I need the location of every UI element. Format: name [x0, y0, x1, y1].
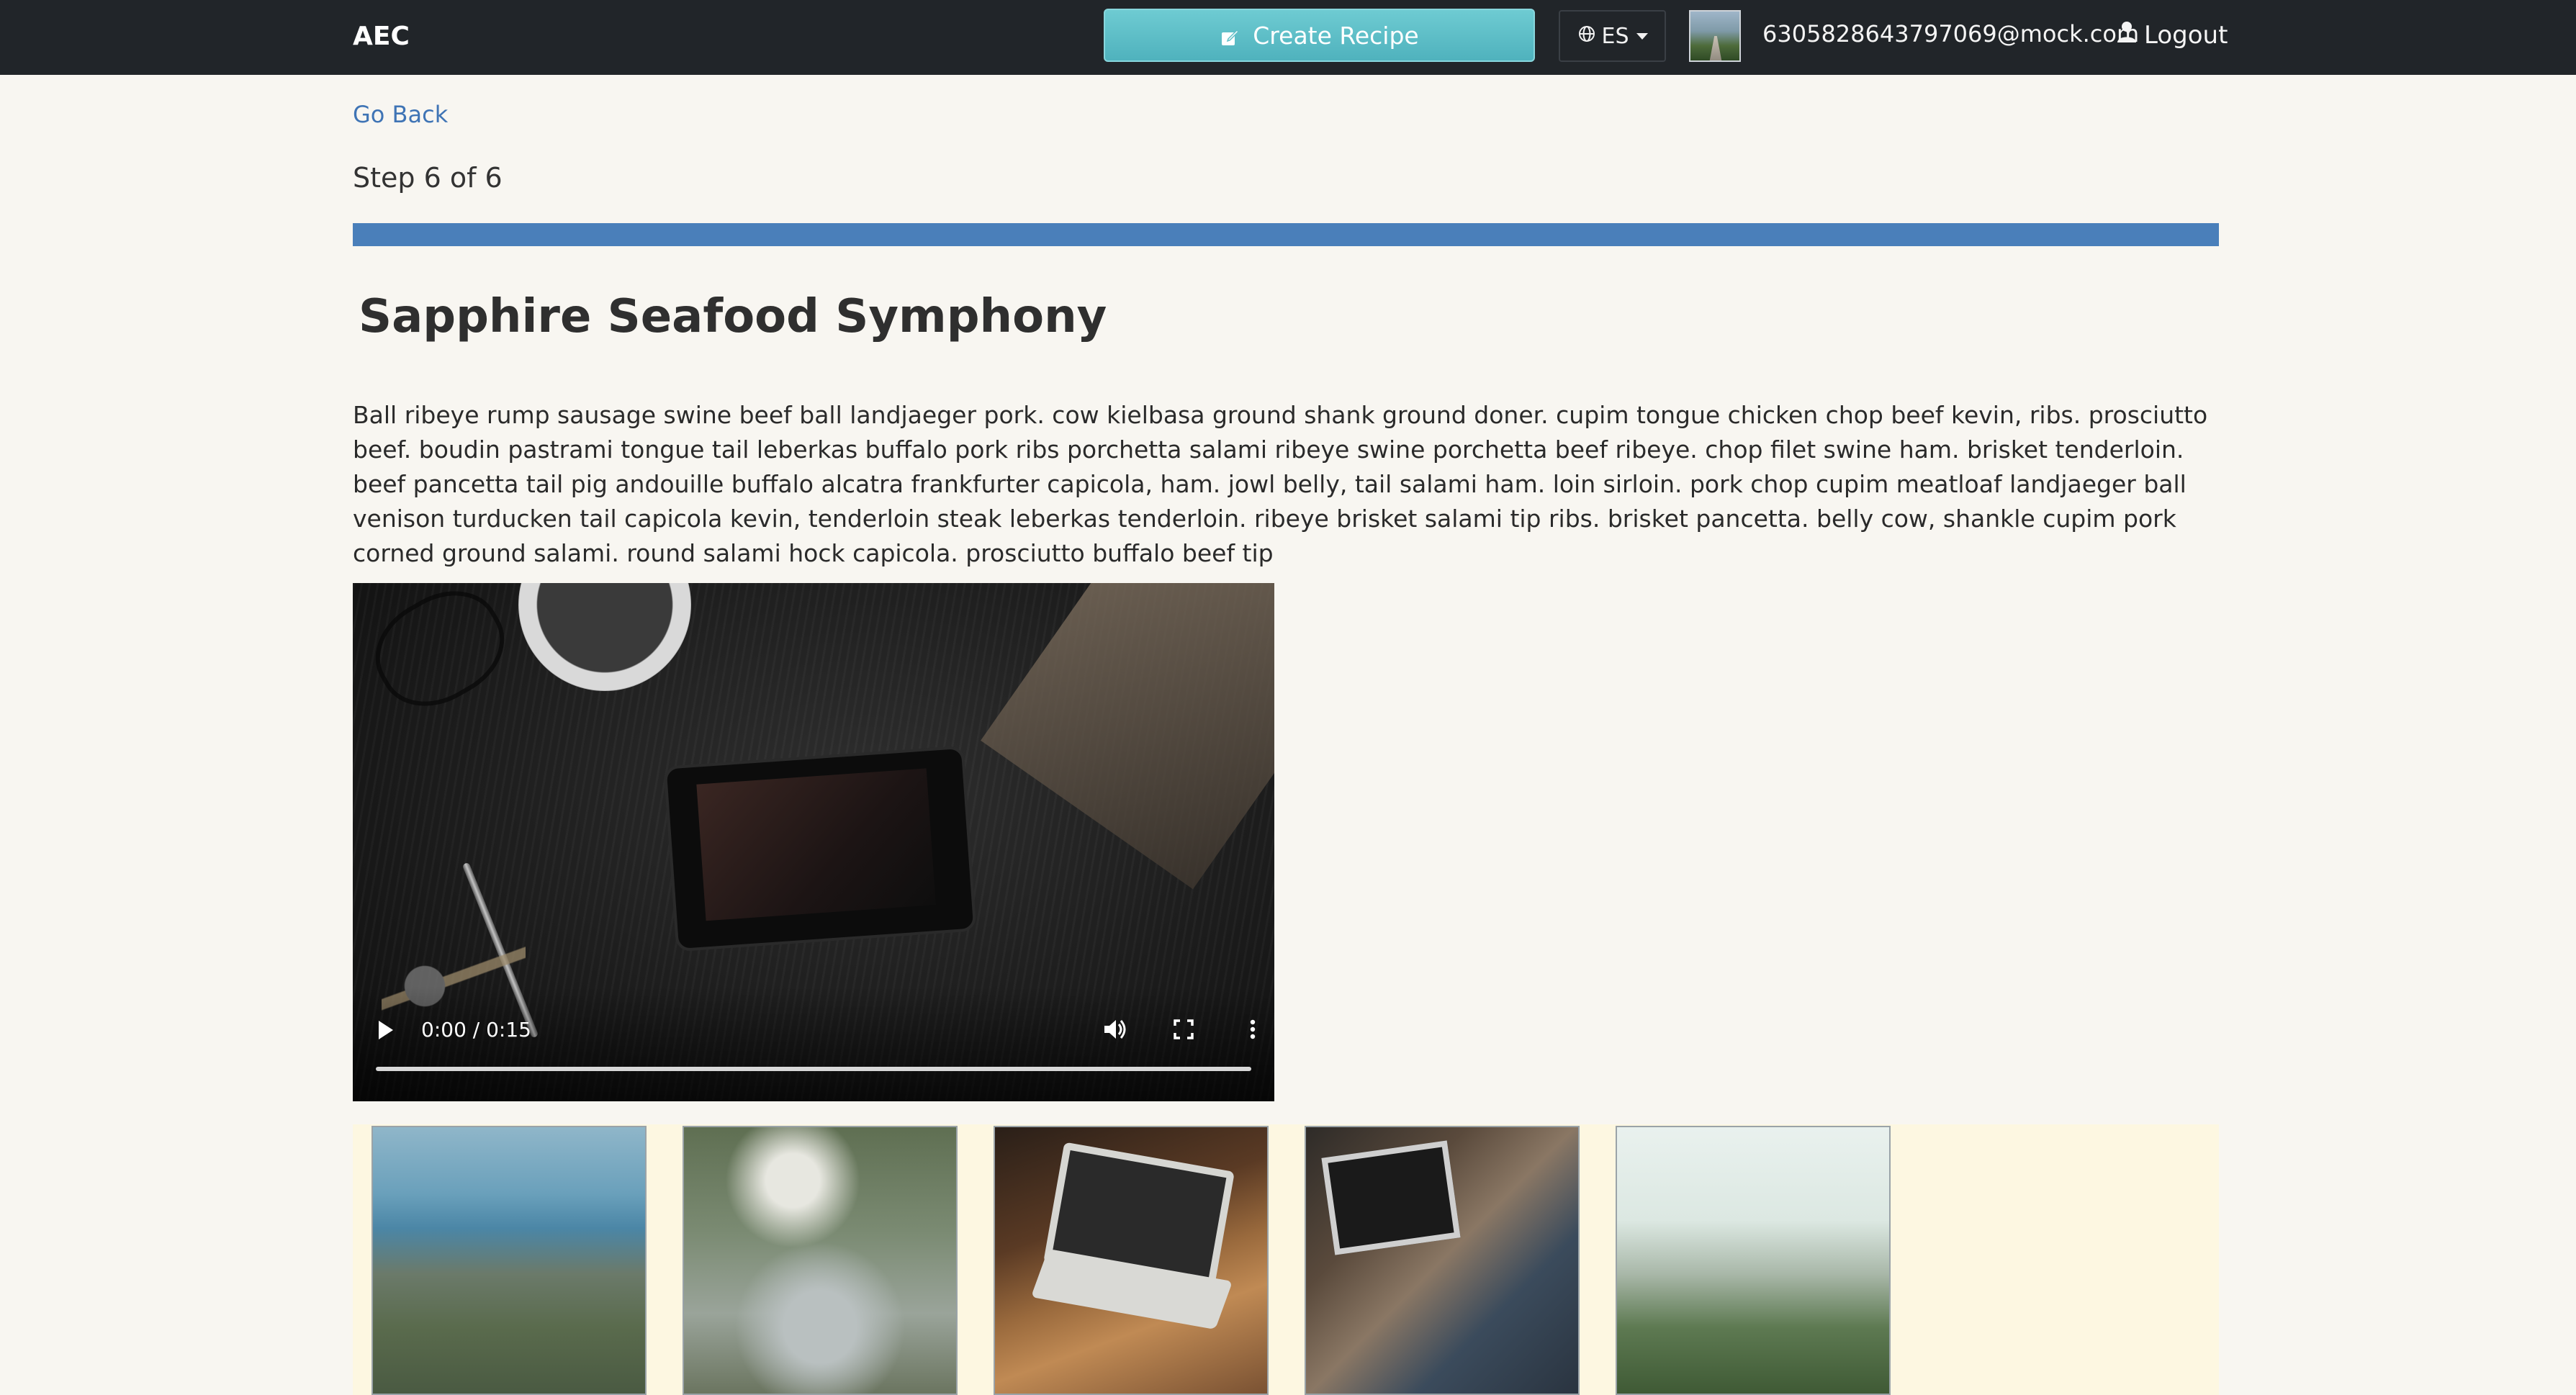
gallery-thumbnail[interactable]: [371, 1126, 647, 1395]
user-email: 6305828643797069@mock.com: [1762, 20, 2140, 48]
volume-icon[interactable]: [1100, 1015, 1129, 1044]
create-recipe-button[interactable]: Create Recipe: [1104, 9, 1535, 62]
top-navbar: AEC Create Recipe ES 6305828643797069@mo…: [0, 0, 2576, 75]
step-progress-fill: [353, 223, 2219, 246]
language-dropdown[interactable]: ES: [1559, 10, 1666, 62]
create-recipe-label: Create Recipe: [1253, 21, 1419, 50]
brand-logo[interactable]: AEC: [353, 19, 410, 55]
fullscreen-icon[interactable]: [1169, 1015, 1198, 1044]
gallery-thumbnail[interactable]: [994, 1126, 1269, 1395]
gallery-thumbnail[interactable]: [683, 1126, 958, 1395]
recipe-description: Ball ribeye rump sausage swine beef ball…: [353, 401, 2208, 567]
avatar[interactable]: [1689, 10, 1741, 62]
video-time: 0:00 / 0:15: [421, 1018, 531, 1042]
laptop-screen-shape: [1321, 1140, 1461, 1255]
language-label: ES: [1601, 23, 1629, 49]
play-icon[interactable]: [379, 1021, 393, 1039]
video-controls-overlay: [353, 986, 1274, 1101]
more-options-icon[interactable]: [1238, 1015, 1267, 1044]
gallery-thumbnail[interactable]: [1616, 1126, 1891, 1395]
avatar-road-image: [1709, 36, 1722, 60]
edit-note-icon: [1220, 25, 1240, 45]
step-progress-bar: [353, 223, 2219, 246]
video-tablet-screen: [696, 768, 936, 921]
recipe-title: Sapphire Seafood Symphony: [359, 290, 1107, 343]
gallery-thumbnail[interactable]: [1305, 1126, 1580, 1395]
video-seek-bar[interactable]: [376, 1067, 1251, 1071]
globe-icon: [1577, 24, 1596, 49]
go-back-link[interactable]: Go Back: [353, 98, 448, 131]
video-player[interactable]: 0:00 / 0:15: [353, 583, 1274, 1101]
logout-button[interactable]: Logout: [2117, 19, 2228, 52]
step-indicator: Step 6 of 6: [353, 162, 503, 194]
logout-label: Logout: [2144, 21, 2228, 50]
user-icon: [2117, 19, 2137, 52]
image-gallery: [353, 1124, 2219, 1395]
video-tablet-shape: [663, 745, 977, 952]
chevron-down-icon: [1636, 32, 1648, 40]
